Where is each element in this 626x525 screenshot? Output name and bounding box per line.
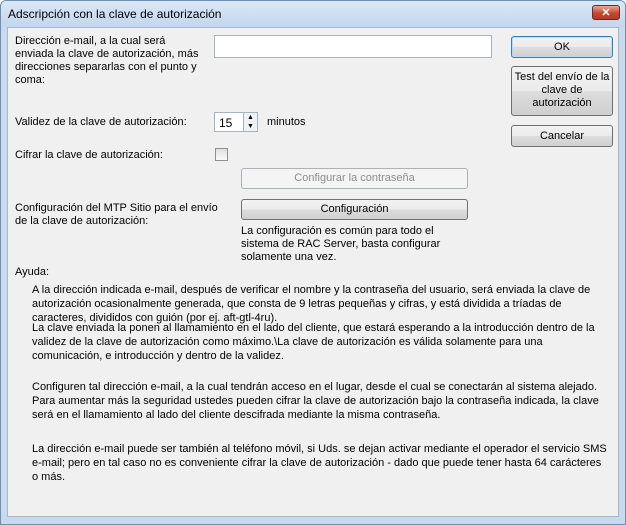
validity-label: Validez de la clave de autorización: <box>15 116 187 128</box>
smtp-config-button[interactable]: Configuración <box>241 199 468 220</box>
cancel-button[interactable]: Cancelar <box>511 125 613 147</box>
help-paragraph: A la dirección indicada e-mail, después … <box>32 284 591 324</box>
help-paragraph: Configuren tal dirección e-mail, a la cu… <box>32 381 599 421</box>
smtp-label: Configuración del MTP Sitio para el enví… <box>15 202 218 227</box>
ok-button[interactable]: OK <box>511 36 613 58</box>
close-button[interactable]: ✕ <box>592 5 620 20</box>
help-title: Ayuda: <box>15 266 50 278</box>
test-send-button[interactable]: Test del envío de la clave de autorizaci… <box>511 66 613 116</box>
encrypt-label: Cifrar la clave de autorización: <box>15 149 163 161</box>
validity-spinbox[interactable]: 15 ▲ ▼ <box>214 112 258 132</box>
encrypt-checkbox[interactable] <box>215 148 228 161</box>
window-title: Adscripción con la clave de autorización <box>8 7 222 21</box>
spin-down-icon[interactable]: ▼ <box>243 122 257 131</box>
validity-value: 15 <box>219 116 233 130</box>
help-paragraph: La dirección e-mail puede ser también al… <box>32 443 607 483</box>
smtp-note: La configuración es común para todo el s… <box>241 225 441 263</box>
close-icon: ✕ <box>601 7 611 19</box>
title-bar[interactable]: Adscripción con la clave de autorización… <box>1 1 625 27</box>
dialog-window: Adscripción con la clave de autorización… <box>0 0 626 525</box>
email-label: Dirección e-mail, a la cual será enviada… <box>15 35 199 86</box>
email-input[interactable] <box>214 35 492 58</box>
validity-unit: minutos <box>267 116 306 128</box>
dialog-client-area: Dirección e-mail, a la cual será enviada… <box>7 27 619 517</box>
help-paragraph: La clave enviada la ponen al llamamiento… <box>32 322 595 362</box>
set-password-button[interactable]: Configurar la contraseña <box>241 168 468 189</box>
